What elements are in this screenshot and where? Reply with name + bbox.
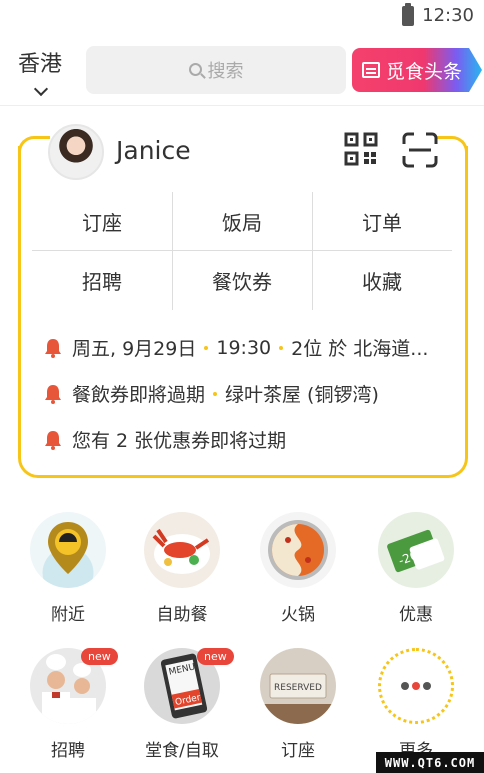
category-more[interactable]: 更多 (361, 648, 471, 761)
buffet-lobster-icon (144, 512, 220, 588)
category-reservation[interactable]: RESERVED 订座 (243, 648, 353, 761)
notice-coupon-expiry[interactable]: 您有 2 张优惠券即将过期 (44, 426, 286, 453)
discount-coupon-icon: -20% (378, 512, 454, 588)
category-label: 优惠 (399, 605, 433, 625)
quick-action-grid: 订座 饭局 订单 招聘 餐饮券 收藏 (32, 192, 452, 310)
separator-dot (213, 391, 218, 396)
reserved-text: RESERVED (274, 683, 322, 693)
category-label: 自助餐 (156, 605, 208, 625)
bell-icon (45, 338, 61, 358)
more-dots-icon (378, 648, 454, 724)
quick-item-vouchers[interactable]: 餐饮券 (172, 251, 312, 310)
category-label: 订座 (281, 741, 315, 761)
category-hotpot[interactable]: 火锅 (243, 512, 353, 625)
headline-button[interactable]: 觅食头条 (352, 48, 482, 92)
search-placeholder: 搜索 (207, 61, 244, 82)
scan-icon[interactable] (402, 132, 438, 168)
battery-icon (402, 3, 414, 26)
category-jobs[interactable]: new 招聘 (13, 648, 123, 761)
separator-dot (204, 345, 209, 350)
watermark: WWW.QT6.COM (376, 752, 484, 773)
avatar[interactable] (48, 124, 104, 180)
news-icon (362, 62, 380, 78)
status-time: 12:30 (422, 5, 474, 26)
separator-dot (279, 345, 284, 350)
notice-detail: 2位 於 北海道... (291, 338, 429, 360)
profile-name[interactable]: Janice (116, 136, 191, 165)
search-bar[interactable]: 搜索 (86, 46, 346, 94)
category-buffet[interactable]: 自助餐 (127, 512, 237, 625)
new-badge: new (197, 648, 234, 665)
headline-label: 觅食头条 (386, 60, 463, 83)
notice-time: 19:30 (216, 336, 272, 359)
quick-item-favorites[interactable]: 收藏 (312, 251, 452, 310)
status-bar: 12:30 (0, 0, 484, 34)
category-label: 附近 (51, 605, 85, 625)
chevron-down-icon[interactable] (33, 81, 49, 97)
category-discounts[interactable]: -20% 优惠 (361, 512, 471, 625)
category-label: 火锅 (281, 605, 315, 625)
location-pin-icon (30, 512, 106, 588)
city-selector-label[interactable]: 香港 (18, 46, 62, 78)
quick-item-jobs[interactable]: 招聘 (32, 251, 172, 310)
category-dine-in-pickup[interactable]: MENU Order new 堂食/自取 (127, 648, 237, 761)
quick-item-dinner-party[interactable]: 饭局 (172, 192, 312, 251)
category-label: 招聘 (51, 741, 85, 761)
reserved-sign-icon: RESERVED (260, 648, 336, 724)
notice-date: 周五, 9月29日 (72, 338, 197, 360)
search-icon (188, 62, 202, 76)
qr-code-icon[interactable] (344, 132, 378, 166)
bell-icon (45, 430, 61, 450)
new-badge: new (81, 648, 118, 665)
quick-item-orders[interactable]: 订单 (312, 192, 452, 251)
notice-text: 您有 2 张优惠券即将过期 (72, 430, 287, 452)
hotpot-icon (260, 512, 336, 588)
notice-voucher-expiry[interactable]: 餐飲券即將過期 绿叶茶屋 (铜锣湾) (44, 380, 379, 407)
top-bar: 香港 搜索 觅食头条 (0, 36, 484, 106)
notice-restaurant: 绿叶茶屋 (铜锣湾) (225, 384, 379, 406)
category-label: 堂食/自取 (145, 741, 219, 761)
quick-item-reservation[interactable]: 订座 (32, 192, 172, 251)
notice-reservation[interactable]: 周五, 9月29日 19:30 2位 於 北海道... (44, 334, 428, 361)
notice-text: 餐飲券即將過期 (72, 384, 206, 406)
bell-icon (45, 384, 61, 404)
category-nearby[interactable]: 附近 (13, 512, 123, 625)
